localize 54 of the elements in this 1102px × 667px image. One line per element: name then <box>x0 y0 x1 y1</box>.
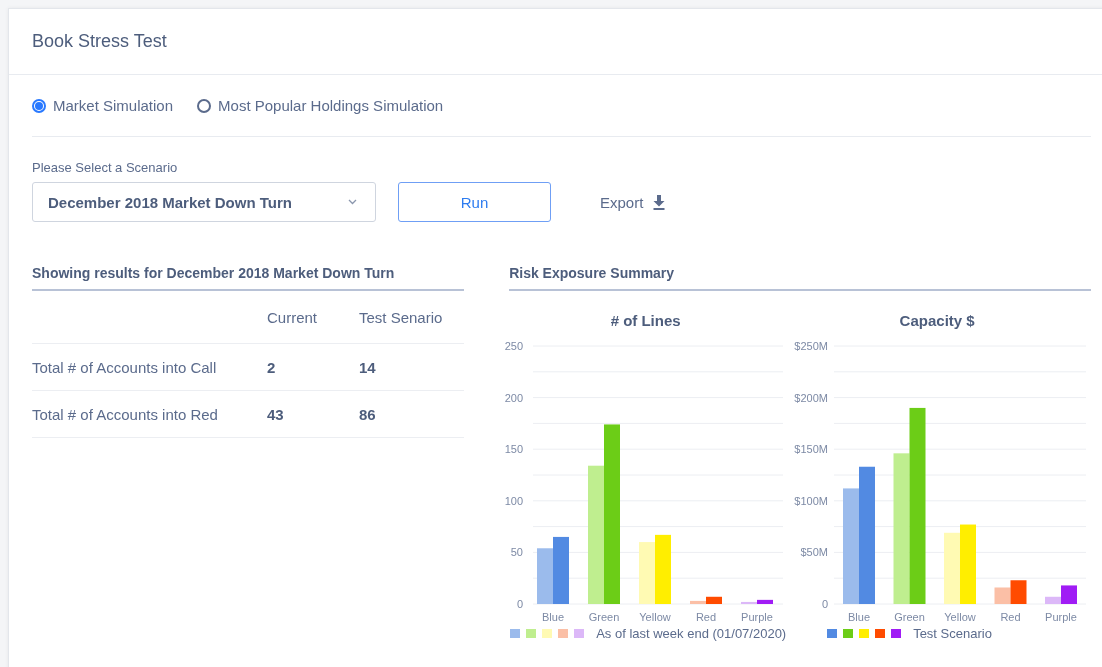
column-header: Test Senario <box>359 308 444 326</box>
table-cell-text: 2 <box>267 358 277 376</box>
bar <box>944 532 961 604</box>
bar <box>655 534 672 604</box>
axis-label: Red <box>1000 611 1021 623</box>
axis-label: Blue <box>542 611 565 623</box>
simulation-option[interactable]: Market Simulation <box>32 97 174 114</box>
field-label: Please Select a Scenario <box>32 160 179 175</box>
axis-label: Yellow <box>639 611 671 623</box>
page-title: Book Stress Test <box>32 31 167 52</box>
section-title: Showing results for December 2018 Market Down Turn <box>32 265 396 283</box>
axis-label: 250 <box>505 340 524 352</box>
axis-label: $150M <box>794 443 829 456</box>
axis-label: Red <box>696 611 717 623</box>
radio-button[interactable] <box>197 98 212 113</box>
axis-label: $250M <box>794 340 829 352</box>
axis-label: Purple <box>741 611 774 623</box>
export-button[interactable]: Export <box>600 193 666 211</box>
bar <box>553 536 570 604</box>
axis-label: $50M <box>800 546 829 559</box>
download-icon <box>653 194 666 210</box>
axis-label: 200 <box>505 391 524 404</box>
axis-label: 100 <box>505 494 524 507</box>
axis-label: Blue <box>848 611 871 623</box>
bar <box>1010 580 1027 604</box>
axis-label: 0 <box>517 598 524 610</box>
chart-title: # of Lines <box>609 312 682 330</box>
chart-title: Capacity $ <box>898 312 976 330</box>
bar <box>639 542 656 604</box>
scenario-select[interactable]: December 2018 Market Down Turn <box>32 182 376 222</box>
section-title: Risk Exposure Summary <box>509 265 676 283</box>
radio-button[interactable] <box>32 98 46 113</box>
column-header: Current <box>267 308 319 326</box>
table-cell-text: Total # of Accounts into Red <box>32 405 219 423</box>
axis-label: $200M <box>794 391 829 404</box>
legend-label: Test Scenario <box>913 626 992 641</box>
axis-label: $100M <box>794 494 829 507</box>
axis-label: Green <box>894 611 925 623</box>
run-button[interactable]: Run <box>398 182 551 222</box>
axis-label: 150 <box>505 443 524 456</box>
axis-label: 50 <box>510 546 524 559</box>
bar <box>537 548 554 604</box>
simulation-option[interactable]: Most Popular Holdings Simulation <box>197 97 444 114</box>
table-cell-text: 14 <box>359 358 377 376</box>
legend-label: As of last week end (01/07/2020) <box>596 626 787 641</box>
bar <box>994 587 1011 604</box>
axis-label: Purple <box>1045 611 1078 623</box>
axis-label: 0 <box>822 598 829 610</box>
table-cell-text: Total # of Accounts into Call <box>32 358 218 376</box>
table-cell-text: 43 <box>267 405 285 423</box>
chevron-down-icon <box>348 199 357 205</box>
table-cell-text: 86 <box>359 405 377 423</box>
axis-label: Green <box>588 611 620 623</box>
axis-label: Yellow <box>944 611 976 623</box>
